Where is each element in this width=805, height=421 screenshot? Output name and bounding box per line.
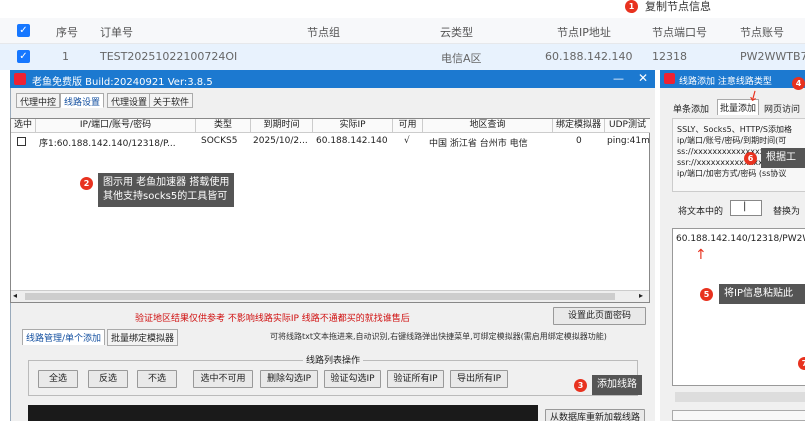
row-node-account: PW2WWTB7 bbox=[740, 50, 805, 63]
col-node-account: 节点账号 bbox=[740, 26, 784, 39]
row-index: 1 bbox=[62, 50, 69, 63]
verify-checked-button[interactable]: 验证勾选IP bbox=[324, 370, 381, 388]
select-unavailable-button[interactable]: 选中不可用 bbox=[193, 370, 253, 388]
grid-header-available: 可用 bbox=[393, 119, 423, 133]
annotation-badge-3: 3 bbox=[574, 379, 587, 392]
line-ops-title: 线路列表操作 bbox=[303, 353, 364, 366]
line-grid: 选中 IP/端口/账号/密码 类型 到期时间 实际IP 可用 地区查询 绑定模拟… bbox=[10, 118, 650, 303]
annotation-badge-5: 5 bbox=[700, 288, 713, 301]
screenshot-root: ✓ 序号 订单号 节点组 云类型 节点IP地址 节点端口号 节点账号 ✓ 1 T… bbox=[0, 0, 805, 421]
app-logo-icon bbox=[14, 73, 26, 85]
row-node-port: 12318 bbox=[652, 50, 687, 63]
col-order-no: 订单号 bbox=[100, 26, 133, 39]
col-cloud-type: 云类型 bbox=[440, 26, 473, 39]
delete-checked-button[interactable]: 删除勾选IP bbox=[260, 370, 318, 388]
arrow-up-icon: ↑ bbox=[695, 247, 707, 263]
col-node-group: 节点组 bbox=[307, 26, 340, 39]
grid-horizontal-scrollbar[interactable]: ◂ ▸ bbox=[11, 290, 649, 302]
annotation-badge-6: 6 bbox=[744, 152, 757, 165]
add-line-window-titlebar[interactable]: 线路添加 注意线路类型 bbox=[660, 70, 805, 88]
bottom-input-box[interactable] bbox=[672, 410, 805, 421]
grid-cell-available: √ bbox=[404, 136, 410, 146]
deselect-button[interactable]: 不选 bbox=[137, 370, 177, 388]
annotation-badge-2: 2 bbox=[80, 177, 93, 190]
grid-cell-region: 中国 浙江省 台州市 电信 bbox=[429, 139, 528, 149]
replace-from-input[interactable]: | bbox=[730, 200, 762, 216]
grid-cell-expire: 2025/10/2... bbox=[253, 136, 308, 146]
replace-to-label: 替换为 bbox=[773, 207, 801, 217]
annotation-tip-6: 根据工 bbox=[761, 148, 805, 168]
tab-proxy-control[interactable]: 代理中控 bbox=[16, 93, 61, 108]
scroll-thumb[interactable] bbox=[25, 293, 615, 300]
format-hint-line: ip/端口/加密方式/密码 (ss协议 bbox=[677, 169, 787, 178]
scroll-left-icon[interactable]: ◂ bbox=[13, 291, 17, 300]
tab-about[interactable]: 关于软件 bbox=[149, 93, 194, 108]
drag-hint-text: 可将线路txt文本拖进来,自动识别,右键线路弹出快捷菜单,可绑定模拟器(需启用绑… bbox=[270, 332, 607, 341]
grid-header-ip: IP/端口/账号/密码 bbox=[36, 119, 196, 133]
grid-header-type: 类型 bbox=[196, 119, 251, 133]
annotation-tip-1: 复制节点信息 bbox=[645, 0, 711, 13]
grid-header-real-ip: 实际IP bbox=[313, 119, 393, 133]
tab-bind-emulator[interactable]: 批量绑定模拟器 bbox=[107, 329, 179, 346]
annotation-tip-2: 图示用 老鱼加速器 搭载使用 其他支持socks5的工具皆可 bbox=[98, 173, 235, 207]
grid-cell-emulator: 0 bbox=[576, 136, 582, 146]
tab-line-settings[interactable]: 线路设置 bbox=[60, 93, 105, 108]
format-hint-line: ip/端口/账号/密码/到期时间(可 bbox=[677, 136, 787, 145]
col-node-ip: 节点IP地址 bbox=[557, 26, 611, 39]
col-node-port: 节点端口号 bbox=[652, 26, 707, 39]
annotation-tip-3: 添加线路 bbox=[592, 375, 642, 395]
scroll-right-icon[interactable]: ▸ bbox=[639, 291, 643, 300]
tab-line-manage[interactable]: 线路管理/单个添加 bbox=[22, 329, 106, 345]
add-line-window-title: 线路添加 注意线路类型 bbox=[679, 77, 772, 87]
grid-header-select: 选中 bbox=[11, 119, 36, 133]
tab-single-add[interactable]: 单条添加 bbox=[673, 102, 709, 115]
annotation-tip-5: 将IP信息粘贴此 bbox=[719, 284, 805, 304]
export-all-button[interactable]: 导出所有IP bbox=[450, 370, 508, 388]
main-window-title: 老鱼免费版 Build:20240921 Ver:3.8.5 bbox=[32, 77, 213, 88]
format-hint-line: SSLY、Socks5、HTTP/S添加格 bbox=[677, 125, 792, 134]
row-checkbox[interactable]: ✓ bbox=[17, 50, 30, 63]
row-node-ip: 60.188.142.140 bbox=[545, 50, 633, 63]
app-logo-icon bbox=[664, 73, 675, 84]
bottom-dark-panel bbox=[28, 405, 538, 421]
batch-paste-textarea[interactable]: 60.188.142.140/12318/PW2W ↑ bbox=[672, 228, 805, 386]
order-table-header: ✓ 序号 订单号 节点组 云类型 节点IP地址 节点端口号 节点账号 bbox=[0, 18, 805, 44]
main-window-titlebar[interactable]: 老鱼免费版 Build:20240921 Ver:3.8.5 — ✕ bbox=[10, 70, 655, 88]
textarea-scrollbar[interactable] bbox=[675, 392, 805, 402]
tab-web-access[interactable]: 网页访问 bbox=[764, 102, 800, 115]
reload-from-db-button[interactable]: 从数据库重新加载线路 bbox=[545, 409, 645, 421]
invert-select-button[interactable]: 反选 bbox=[88, 370, 128, 388]
region-verify-note: 验证地区结果仅供参考 不影响线路实际IP 线路不通都买的就找谁售后 bbox=[135, 314, 410, 324]
annotation-badge-1: 1 bbox=[625, 0, 638, 13]
minimize-icon[interactable]: — bbox=[613, 72, 624, 85]
grid-cell-udp: ping:41m bbox=[607, 136, 650, 146]
annotation-badge-4: 4 bbox=[792, 77, 805, 90]
add-line-window-body: 单条添加 批量添加 网页访问 SSLY、Socks5、HTTP/S添加格 ip/… bbox=[660, 88, 805, 421]
verify-all-button[interactable]: 验证所有IP bbox=[387, 370, 444, 388]
select-all-checkbox[interactable]: ✓ bbox=[17, 24, 30, 37]
grid-cell-type: SOCKS5 bbox=[201, 136, 238, 146]
grid-header-expire: 到期时间 bbox=[251, 119, 313, 133]
grid-row-checkbox[interactable] bbox=[17, 137, 26, 146]
select-all-button[interactable]: 全选 bbox=[38, 370, 78, 388]
grid-cell-ip: 序1:60.188.142.140/12318/P... bbox=[39, 139, 176, 149]
row-order-no: TEST20251022100724OI bbox=[100, 50, 238, 63]
col-index: 序号 bbox=[56, 26, 78, 39]
grid-header-udp: UDP测试 bbox=[605, 119, 650, 133]
replace-from-label: 将文本中的 bbox=[678, 207, 724, 217]
close-icon[interactable]: ✕ bbox=[638, 71, 648, 85]
pasted-line-text: 60.188.142.140/12318/PW2W bbox=[676, 234, 805, 244]
order-table-row[interactable]: ✓ 1 TEST20251022100724OI 电信A区 60.188.142… bbox=[0, 44, 805, 70]
grid-cell-real-ip: 60.188.142.140 bbox=[316, 136, 388, 146]
tab-proxy-settings[interactable]: 代理设置 bbox=[107, 93, 152, 108]
set-page-password-button[interactable]: 设置此页面密码 bbox=[553, 307, 646, 325]
annotation-badge-7: 7 bbox=[798, 357, 805, 370]
grid-header-region: 地区查询 bbox=[423, 119, 553, 133]
grid-header-emulator: 绑定模拟器 bbox=[553, 119, 605, 133]
row-cloud-type: 电信A区 bbox=[441, 52, 482, 65]
